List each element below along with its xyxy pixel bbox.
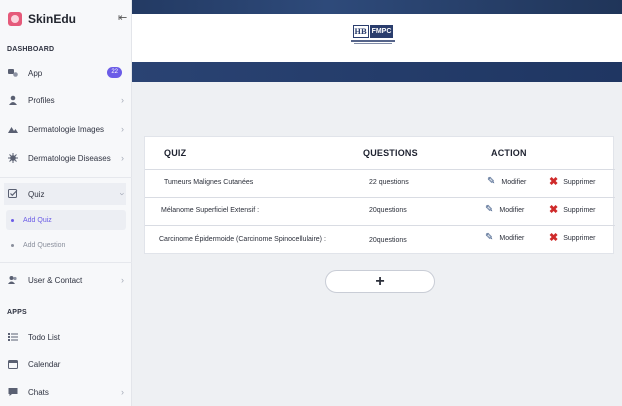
chevron-right-icon: › (121, 153, 124, 163)
virus-icon (8, 153, 18, 163)
apps-icon (8, 68, 18, 78)
logo-subtitle-line (354, 43, 392, 44)
pencil-icon: ✎ (485, 204, 494, 215)
delete-x-icon: ✖ (549, 232, 559, 244)
sidebar-item-calendar[interactable]: Calendar (4, 353, 126, 375)
question-count: 20questions (369, 237, 407, 244)
column-header-quiz: QUIZ (164, 148, 187, 158)
list-icon (8, 332, 18, 342)
chevron-right-icon: › (121, 275, 124, 285)
column-header-questions: QUESTIONS (363, 148, 418, 158)
image-icon (8, 124, 18, 134)
sidebar-subitem-label: Add Quiz (23, 216, 52, 224)
sidebar-subitem-add-quiz[interactable]: Add Quiz (6, 210, 126, 230)
quiz-title: Carcinome Épidermoide (Carcinome Spinoce… (159, 236, 326, 243)
sidebar-subitem-label: Add Question (23, 241, 66, 249)
sidebar-item-label: User & Contact (28, 275, 83, 285)
chat-icon (8, 387, 18, 397)
delete-x-icon: ✖ (549, 176, 559, 188)
sidebar-item-todo-list[interactable]: Todo List (4, 326, 126, 348)
delete-label: Supprimer (563, 234, 596, 242)
skinedu-logo-icon (8, 12, 22, 26)
sidebar-item-label: Calendar (28, 359, 61, 369)
modify-label: Modifier (501, 178, 527, 186)
chevron-right-icon: › (121, 124, 124, 134)
chevron-right-icon: › (121, 95, 124, 105)
sidebar-item-label: Quiz (28, 189, 45, 199)
top-banner (132, 0, 622, 14)
sidebar-item-label: App (28, 68, 43, 78)
quiz-table: QUIZ QUESTIONS ACTION Tumeurs Malignes C… (144, 136, 615, 254)
modify-button[interactable]: ✎ Modifier (487, 177, 526, 187)
user-icon (8, 95, 18, 105)
fmpc-logo-text: FMPC (369, 25, 394, 38)
delete-button[interactable]: ✖ Supprimer (549, 176, 596, 188)
add-quiz-button[interactable]: + (325, 270, 435, 293)
bullet-icon (11, 243, 14, 247)
brand-name: SkinEdu (28, 12, 77, 26)
fmpc-logo: HB FMPC (350, 25, 396, 51)
logo-strip: HB FMPC (132, 14, 622, 62)
sidebar-item-quiz[interactable]: Quiz › (4, 183, 128, 205)
modify-button[interactable]: ✎ Modifier (485, 233, 524, 243)
logo-subtitle-line (351, 40, 395, 42)
delete-button[interactable]: ✖ Supprimer (549, 204, 596, 216)
modify-button[interactable]: ✎ Modifier (485, 205, 524, 215)
pencil-icon: ✎ (487, 176, 496, 187)
modify-label: Modifier (499, 206, 525, 214)
chevron-right-icon: › (121, 387, 124, 397)
bullet-icon (11, 218, 14, 222)
divider (0, 177, 132, 178)
collapse-arrow-icon[interactable]: ⇤ (118, 12, 127, 24)
delete-button[interactable]: ✖ Supprimer (549, 232, 596, 244)
modify-label: Modifier (499, 234, 525, 242)
hb-emblem: HB (352, 25, 369, 38)
sidebar-item-label: Dermatologie Images (28, 124, 105, 134)
delete-label: Supprimer (563, 178, 596, 186)
header-band (132, 62, 622, 82)
divider (0, 262, 132, 263)
sidebar: SkinEdu ⇤ DASHBOARD App 22 Profiles › De… (0, 0, 132, 406)
quiz-title: Tumeurs Malignes Cutanées (164, 179, 254, 186)
section-label-dashboard: DASHBOARD (7, 46, 55, 53)
column-header-action: ACTION (491, 148, 527, 158)
table-row: Carcinome Épidermoide (Carcinome Spinoce… (145, 225, 615, 253)
table-row: Mélanome Superficiel Extensif : 20questi… (145, 197, 615, 225)
question-count: 22 questions (369, 179, 409, 186)
sidebar-item-label: Todo List (28, 332, 61, 342)
delete-label: Supprimer (563, 206, 596, 214)
delete-x-icon: ✖ (549, 204, 559, 216)
sidebar-item-user-contact[interactable]: User & Contact › (4, 269, 126, 291)
plus-icon: + (375, 272, 385, 290)
sidebar-item-profiles[interactable]: Profiles › (4, 89, 126, 111)
notification-badge: 22 (107, 67, 122, 78)
sidebar-item-label: Dermatologie Diseases (28, 153, 111, 163)
sidebar-item-label: Chats (28, 387, 49, 397)
sidebar-item-label: Profiles (28, 95, 55, 105)
sidebar-item-dermatologie-images[interactable]: Dermatologie Images › (4, 118, 126, 140)
sidebar-item-chats[interactable]: Chats › (4, 381, 126, 403)
question-count: 20questions (369, 207, 407, 214)
checkbox-icon (8, 189, 18, 199)
quiz-title: Mélanome Superficiel Extensif : (161, 207, 260, 214)
sidebar-item-dermatologie-diseases[interactable]: Dermatologie Diseases › (4, 147, 126, 169)
table-row: Tumeurs Malignes Cutanées 22 questions ✎… (145, 169, 615, 197)
section-label-apps: APPS (7, 309, 27, 316)
chevron-down-icon: › (117, 192, 128, 196)
contacts-icon (8, 275, 18, 285)
sidebar-subitem-add-question[interactable]: Add Question (6, 235, 126, 255)
brand[interactable]: SkinEdu (8, 10, 76, 28)
sidebar-item-app[interactable]: App 22 (4, 62, 126, 84)
pencil-icon: ✎ (485, 232, 494, 243)
calendar-icon (8, 359, 18, 369)
